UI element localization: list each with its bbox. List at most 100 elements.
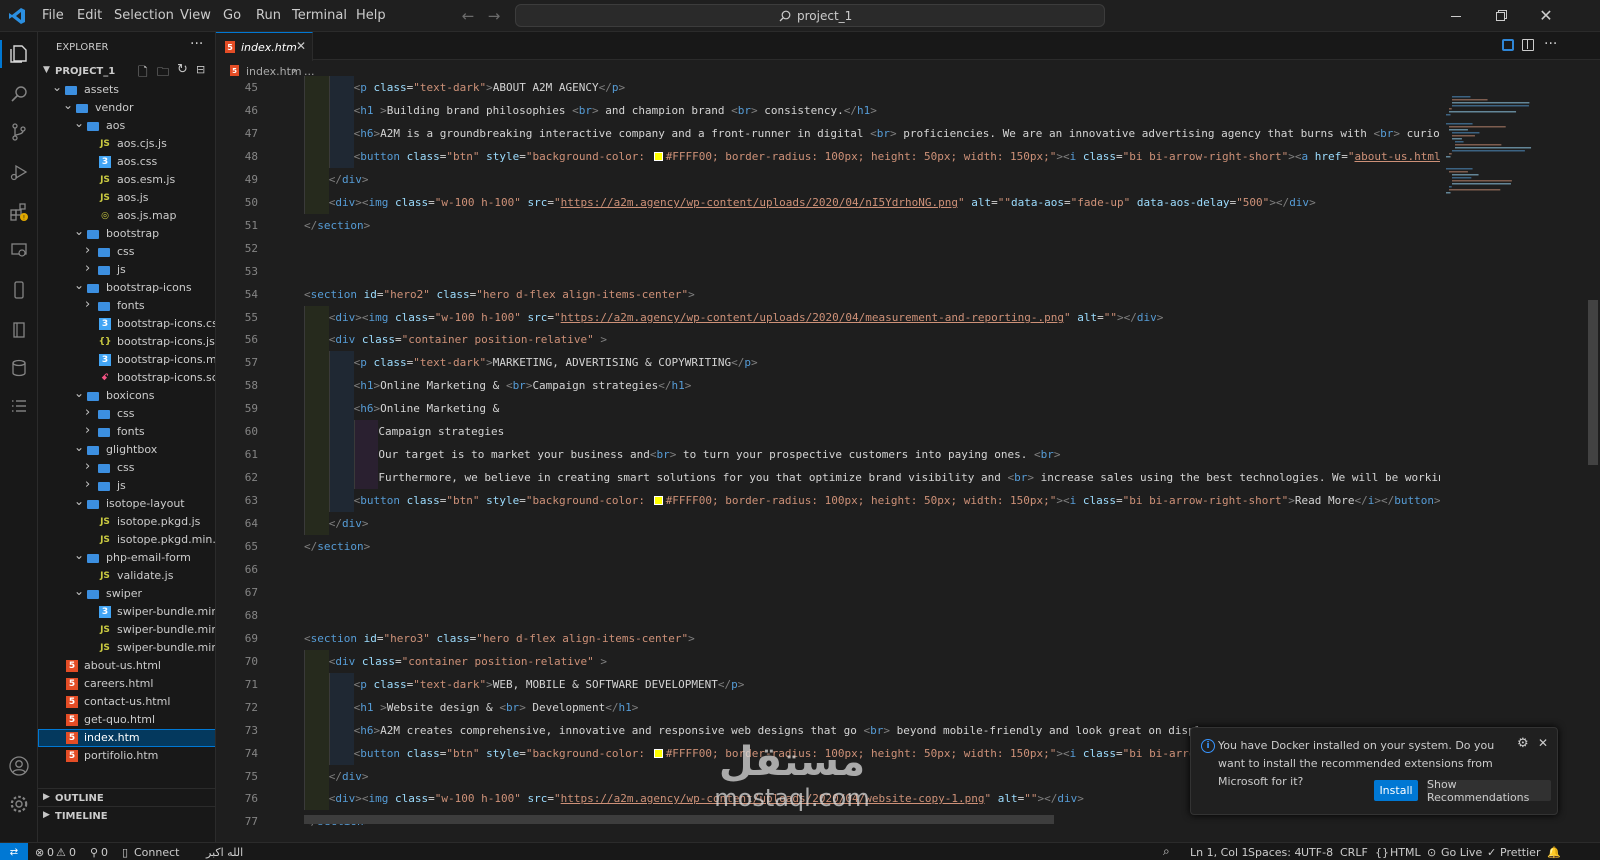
tab-close-icon[interactable]: ✕	[296, 39, 306, 53]
show-recommendations-button[interactable]: Show Recommendations	[1427, 778, 1551, 804]
file-item[interactable]: 5 about-us.html	[38, 657, 215, 675]
menu-edit[interactable]: Edit	[77, 8, 102, 23]
source-control-icon[interactable]	[7, 120, 31, 144]
remote-explorer-icon[interactable]	[7, 238, 31, 262]
back-arrow-icon[interactable]: ←	[460, 7, 476, 25]
prettier-status[interactable]: Prettier	[1500, 846, 1540, 859]
restore-icon[interactable]	[1492, 8, 1508, 24]
file-item[interactable]: 3 bootstrap-icons.min.c...	[38, 351, 215, 369]
file-item[interactable]: JS swiper-bundle.min.js	[38, 621, 215, 639]
file-item[interactable]: ꗃ bootstrap-icons.scss	[38, 369, 215, 387]
menu-file[interactable]: File	[42, 8, 64, 23]
collapse-all-icon[interactable]: ⊟	[196, 63, 205, 76]
file-item[interactable]: 5 get-quo.html	[38, 711, 215, 729]
scrollbar-thumb[interactable]	[1588, 300, 1598, 465]
language-mode[interactable]: HTML	[1390, 846, 1421, 859]
file-item[interactable]: JS validate.js	[38, 567, 215, 585]
run-debug-icon[interactable]	[7, 160, 31, 184]
split-editor-icon[interactable]	[1522, 39, 1534, 51]
folder-item[interactable]: ⌄ bootstrap	[38, 224, 215, 243]
folder-item[interactable]: › css	[38, 459, 215, 477]
search-sidebar-icon[interactable]	[7, 82, 31, 106]
folder-item[interactable]: › js	[38, 261, 215, 279]
folder-item[interactable]: › css	[38, 405, 215, 423]
encoding[interactable]: UTF-8	[1301, 846, 1333, 859]
file-item[interactable]: 5 portifolio.htm	[38, 747, 215, 765]
folder-item[interactable]: ⌄ aos	[38, 116, 215, 135]
settings-gear-icon[interactable]	[7, 792, 31, 816]
remote-icon[interactable]	[1502, 39, 1514, 51]
file-item[interactable]: JS swiper-bundle.min.js....	[38, 639, 215, 657]
file-item[interactable]: JS aos.js	[38, 189, 215, 207]
file-item[interactable]: ◎ aos.js.map	[38, 207, 215, 225]
warning-count[interactable]: 0	[69, 846, 76, 859]
forward-arrow-icon[interactable]: →	[486, 7, 502, 25]
notification-close-icon[interactable]: ✕	[1538, 736, 1548, 750]
book-icon[interactable]	[7, 318, 31, 342]
folder-item[interactable]: ⌄ vendor	[38, 98, 215, 117]
menu-selection[interactable]: Selection	[114, 8, 174, 23]
menu-run[interactable]: Run	[256, 8, 281, 23]
arabic-status-text[interactable]: الله اكبر	[206, 846, 243, 859]
file-item[interactable]: JS isotope.pkgd.js	[38, 513, 215, 531]
file-item[interactable]: 3 bootstrap-icons.css	[38, 315, 215, 333]
go-live-button[interactable]: Go Live	[1441, 846, 1482, 859]
menu-go[interactable]: Go	[223, 8, 241, 23]
file-item[interactable]: 3 swiper-bundle.min.css	[38, 603, 215, 621]
color-swatch[interactable]	[653, 749, 663, 758]
account-icon[interactable]	[7, 754, 31, 778]
folder-item[interactable]: ⌄ boxicons	[38, 386, 215, 405]
remote-indicator[interactable]: ⇄	[0, 843, 28, 860]
outline-section[interactable]: ▶ OUTLINE	[38, 788, 215, 806]
line-ending[interactable]: CRLF	[1340, 846, 1368, 859]
list-icon[interactable]	[7, 394, 31, 418]
folder-item[interactable]: ⌄ bootstrap-icons	[38, 278, 215, 297]
project-header[interactable]: ▼ PROJECT_1 🗋 🗀 ↻ ⊟	[38, 62, 215, 81]
cursor-position[interactable]: Ln 1, Col 1	[1190, 846, 1249, 859]
editor-more-icon[interactable]: ···	[1544, 36, 1557, 52]
install-button[interactable]: Install	[1374, 780, 1418, 801]
notification-settings-icon[interactable]: ⚙	[1517, 736, 1529, 751]
file-item[interactable]: {} bootstrap-icons.json	[38, 333, 215, 351]
file-item[interactable]: 5 careers.html	[38, 675, 215, 693]
folder-item[interactable]: ⌄ assets	[38, 80, 215, 99]
folder-item[interactable]: › css	[38, 243, 215, 261]
menu-terminal[interactable]: Terminal	[292, 8, 347, 23]
file-item[interactable]: JS aos.cjs.js	[38, 135, 215, 153]
zoom-search-icon[interactable]: ⌕	[1163, 844, 1170, 859]
extensions-icon[interactable]: !	[7, 200, 31, 224]
folder-item[interactable]: › js	[38, 477, 215, 495]
tab-index-htm[interactable]: 5 index.htm ✕	[216, 32, 313, 61]
indentation[interactable]: Spaces: 4	[1248, 846, 1301, 859]
command-center-search[interactable]: project_1	[515, 4, 1105, 27]
file-item[interactable]: 3 aos.css	[38, 153, 215, 171]
notifications-bell-icon[interactable]: 🔔	[1547, 846, 1561, 859]
menu-view[interactable]: View	[180, 8, 211, 23]
folder-item[interactable]: › fonts	[38, 423, 215, 441]
color-swatch[interactable]	[653, 152, 663, 161]
close-window-icon[interactable]: ✕	[1538, 6, 1554, 25]
minimize-icon[interactable]	[1448, 8, 1464, 24]
ports-count[interactable]: 0	[101, 846, 108, 859]
file-item[interactable]: JS isotope.pkgd.min.js	[38, 531, 215, 549]
vertical-scrollbar[interactable]	[1586, 76, 1600, 842]
error-count[interactable]: 0	[47, 846, 54, 859]
database-icon[interactable]	[7, 356, 31, 380]
folder-item[interactable]: ⌄ glightbox	[38, 440, 215, 459]
horizontal-scrollbar[interactable]	[304, 815, 1054, 824]
file-item[interactable]: JS aos.esm.js	[38, 171, 215, 189]
more-actions-icon[interactable]: ···	[190, 36, 203, 52]
device-icon[interactable]	[7, 278, 31, 302]
connect-label[interactable]: Connect	[134, 846, 179, 859]
timeline-section[interactable]: ▶ TIMELINE	[38, 806, 215, 824]
menu-help[interactable]: Help	[356, 8, 386, 23]
folder-item[interactable]: › fonts	[38, 297, 215, 315]
explorer-icon[interactable]	[7, 42, 31, 66]
folder-item[interactable]: ⌄ swiper	[38, 584, 215, 603]
color-swatch[interactable]	[653, 496, 663, 505]
file-item[interactable]: 5 index.htm	[38, 729, 215, 747]
minimap[interactable]	[1442, 76, 1572, 306]
file-item[interactable]: 5 contact-us.html	[38, 693, 215, 711]
folder-item[interactable]: ⌄ isotope-layout	[38, 494, 215, 513]
refresh-icon[interactable]: ↻	[177, 62, 188, 77]
